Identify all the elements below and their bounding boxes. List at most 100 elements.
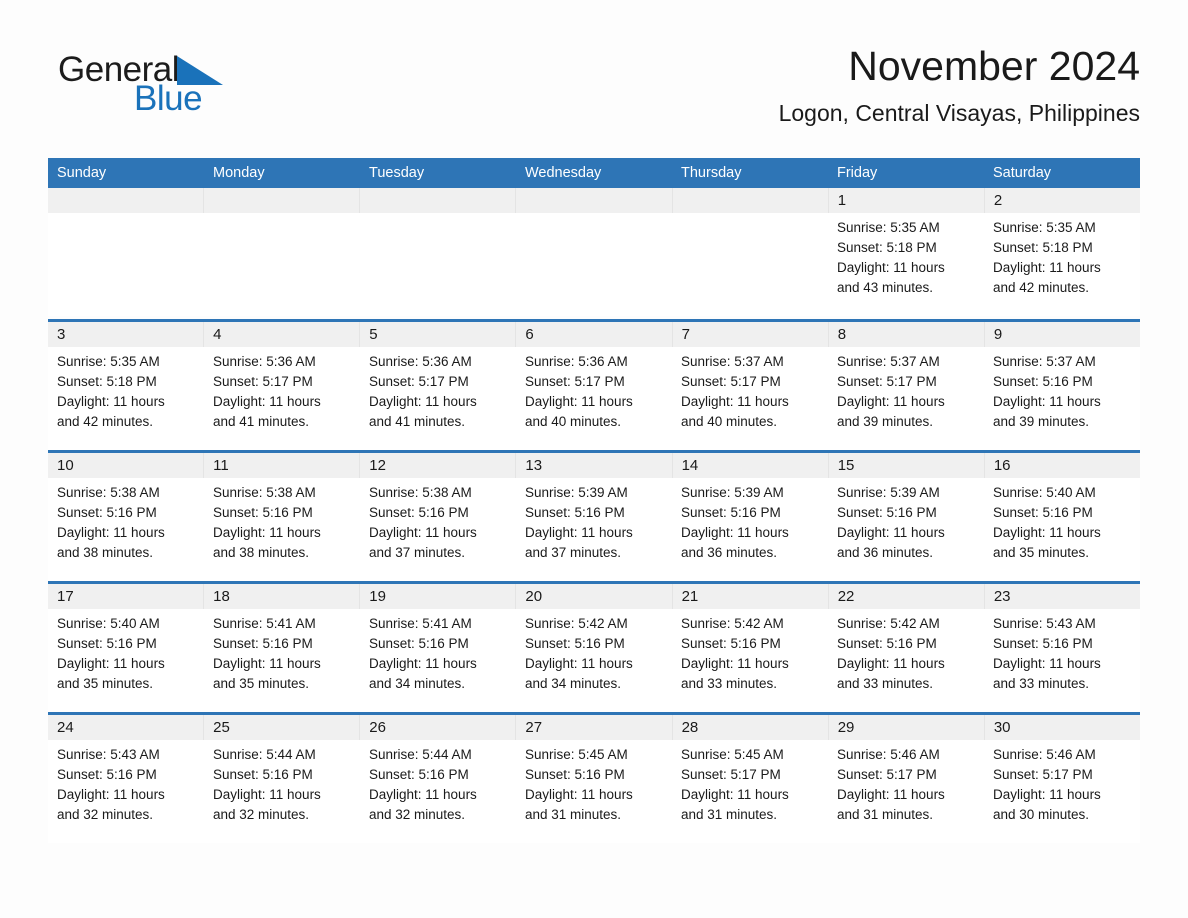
day-number-5[interactable]: 5 xyxy=(360,322,517,347)
day-detail-line: and 40 minutes. xyxy=(525,414,622,429)
day-detail-line: Sunrise: 5:44 AM xyxy=(213,747,316,762)
day-number-13[interactable]: 13 xyxy=(516,453,673,478)
day-detail-line: Sunrise: 5:38 AM xyxy=(369,485,472,500)
day-number-22[interactable]: 22 xyxy=(829,584,985,609)
day-detail-line: Sunset: 5:16 PM xyxy=(369,767,469,782)
day-detail-line: and 32 minutes. xyxy=(369,807,466,822)
day-detail-line: Sunrise: 5:42 AM xyxy=(681,616,784,631)
day-number-band: 17 18 19 20 21 22 23 xyxy=(48,584,1140,609)
day-detail-line: Sunset: 5:16 PM xyxy=(369,505,469,520)
weekday-header-thursday: Thursday xyxy=(681,165,742,181)
day-number-23[interactable]: 23 xyxy=(985,584,1140,609)
weekday-header-sunday: Sunday xyxy=(57,165,107,181)
day-detail-5: Sunrise: 5:36 AM Sunset: 5:17 PM Daylight:… xyxy=(360,347,516,450)
day-detail-line: Daylight: 11 hours xyxy=(837,656,945,671)
day-detail-line: Sunset: 5:16 PM xyxy=(369,636,469,651)
day-detail-line: Daylight: 11 hours xyxy=(369,656,477,671)
day-number-24[interactable]: 24 xyxy=(48,715,205,740)
day-number-1[interactable]: 1 xyxy=(829,188,985,213)
calendar-grid: Sunday Monday Tuesday Wednesday Thursday Frid… xyxy=(48,158,1140,843)
title-block: November 2024 Logon, Central Visayas, Ph… xyxy=(778,43,1140,127)
day-number-18[interactable]: 18 xyxy=(204,584,361,609)
day-detail-line: Sunset: 5:16 PM xyxy=(525,505,625,520)
day-number-12[interactable]: 12 xyxy=(360,453,517,478)
day-detail-line: Daylight: 11 hours xyxy=(213,656,321,671)
weekday-header-friday: Friday xyxy=(837,165,878,181)
day-number-3[interactable]: 3 xyxy=(48,322,205,347)
day-detail-30: Sunrise: 5:46 AM Sunset: 5:17 PM Daylight:… xyxy=(984,740,1140,843)
day-number-6[interactable]: 6 xyxy=(516,322,673,347)
day-detail-line: Daylight: 11 hours xyxy=(213,787,321,802)
day-number-29[interactable]: 29 xyxy=(829,715,985,740)
day-number-7[interactable]: 7 xyxy=(673,322,829,347)
day-detail-line: Sunrise: 5:43 AM xyxy=(993,616,1096,631)
day-detail-line: Sunset: 5:17 PM xyxy=(525,374,625,389)
day-detail-line: Daylight: 11 hours xyxy=(837,394,945,409)
day-detail-line: Sunrise: 5:38 AM xyxy=(213,485,316,500)
day-detail-line: Daylight: 11 hours xyxy=(369,525,477,540)
day-detail-line: and 31 minutes. xyxy=(837,807,934,822)
day-detail-line: Sunset: 5:16 PM xyxy=(525,767,625,782)
day-number-20[interactable]: 20 xyxy=(516,584,673,609)
day-number-9[interactable]: 9 xyxy=(985,322,1140,347)
day-detail-line: and 32 minutes. xyxy=(213,807,310,822)
day-detail-line: Sunset: 5:16 PM xyxy=(993,636,1093,651)
day-detail-line: Sunset: 5:16 PM xyxy=(213,505,313,520)
day-detail-6: Sunrise: 5:36 AM Sunset: 5:17 PM Daylight:… xyxy=(516,347,672,450)
day-detail-line: and 34 minutes. xyxy=(369,676,466,691)
day-number-8[interactable]: 8 xyxy=(829,322,985,347)
day-detail-24: Sunrise: 5:43 AM Sunset: 5:16 PM Daylight:… xyxy=(48,740,204,843)
day-number-11[interactable]: 11 xyxy=(204,453,361,478)
day-detail-line: and 38 minutes. xyxy=(213,545,310,560)
day-detail-13: Sunrise: 5:39 AM Sunset: 5:16 PM Daylight:… xyxy=(516,478,672,581)
day-number-14[interactable]: 14 xyxy=(673,453,829,478)
page-subtitle: Logon, Central Visayas, Philippines xyxy=(778,100,1140,127)
day-number-17[interactable]: 17 xyxy=(48,584,205,609)
day-cell-empty xyxy=(360,188,517,213)
day-detail-line: Sunrise: 5:46 AM xyxy=(993,747,1096,762)
calendar-weeks: 1 2 Sunrise: 5:35 AM Sunset: 5:18 PM Dayligh… xyxy=(48,188,1140,843)
day-detail-9: Sunrise: 5:37 AM Sunset: 5:16 PM Daylight:… xyxy=(984,347,1140,450)
day-detail-line: Sunset: 5:16 PM xyxy=(213,636,313,651)
day-detail-line: Sunrise: 5:43 AM xyxy=(57,747,160,762)
day-cell-empty xyxy=(673,188,829,213)
calendar-week-row: 10 11 12 13 14 15 16 Sunrise: 5:38 AM Sunset: 5:… xyxy=(48,450,1140,581)
day-number-26[interactable]: 26 xyxy=(360,715,517,740)
day-detail-line: Daylight: 11 hours xyxy=(837,260,945,275)
day-detail-band: Sunrise: 5:35 AM Sunset: 5:18 PM Daylight:… xyxy=(48,213,1140,316)
day-number-4[interactable]: 4 xyxy=(204,322,361,347)
page-header: General Blue November 2024 Logon, Centra… xyxy=(48,43,1140,150)
day-detail-19: Sunrise: 5:41 AM Sunset: 5:16 PM Daylight:… xyxy=(360,609,516,712)
day-detail-line: Daylight: 11 hours xyxy=(681,525,789,540)
day-number-band: 12 xyxy=(48,188,1140,213)
day-number-27[interactable]: 27 xyxy=(516,715,673,740)
day-number-2[interactable]: 2 xyxy=(985,188,1140,213)
day-detail-14: Sunrise: 5:39 AM Sunset: 5:16 PM Daylight:… xyxy=(672,478,828,581)
day-detail-8: Sunrise: 5:37 AM Sunset: 5:17 PM Daylight:… xyxy=(828,347,984,450)
day-detail-23: Sunrise: 5:43 AM Sunset: 5:16 PM Daylight:… xyxy=(984,609,1140,712)
weekday-header-saturday: Saturday xyxy=(993,165,1052,181)
day-detail-line: Daylight: 11 hours xyxy=(57,525,165,540)
day-number-15[interactable]: 15 xyxy=(829,453,985,478)
day-number-30[interactable]: 30 xyxy=(985,715,1140,740)
day-number-28[interactable]: 28 xyxy=(673,715,829,740)
day-detail-2: Sunrise: 5:35 AM Sunset: 5:18 PM Daylight:… xyxy=(984,213,1140,316)
day-detail-line: Daylight: 11 hours xyxy=(525,656,633,671)
day-number-25[interactable]: 25 xyxy=(204,715,361,740)
day-number-16[interactable]: 16 xyxy=(985,453,1140,478)
day-detail-band: Sunrise: 5:43 AM Sunset: 5:16 PM Daylight:… xyxy=(48,740,1140,843)
day-detail-line: Sunset: 5:17 PM xyxy=(837,374,937,389)
day-number-21[interactable]: 21 xyxy=(673,584,829,609)
day-detail-line: and 41 minutes. xyxy=(213,414,310,429)
calendar-week-row: 3 4 5 6 7 8 9 Sunrise: 5:35 AM Sunset: 5:18 PM Da… xyxy=(48,319,1140,450)
day-detail-line: Daylight: 11 hours xyxy=(57,394,165,409)
day-number-10[interactable]: 10 xyxy=(48,453,205,478)
day-detail-22: Sunrise: 5:42 AM Sunset: 5:16 PM Daylight:… xyxy=(828,609,984,712)
day-detail-line: Sunrise: 5:35 AM xyxy=(57,354,160,369)
day-detail-3: Sunrise: 5:35 AM Sunset: 5:18 PM Daylight:… xyxy=(48,347,204,450)
day-number-band: 10 11 12 13 14 15 16 xyxy=(48,453,1140,478)
day-number-19[interactable]: 19 xyxy=(360,584,517,609)
brand-logo[interactable]: General Blue xyxy=(58,52,398,118)
day-detail-line: Sunset: 5:17 PM xyxy=(369,374,469,389)
day-detail-line: Sunrise: 5:36 AM xyxy=(369,354,472,369)
